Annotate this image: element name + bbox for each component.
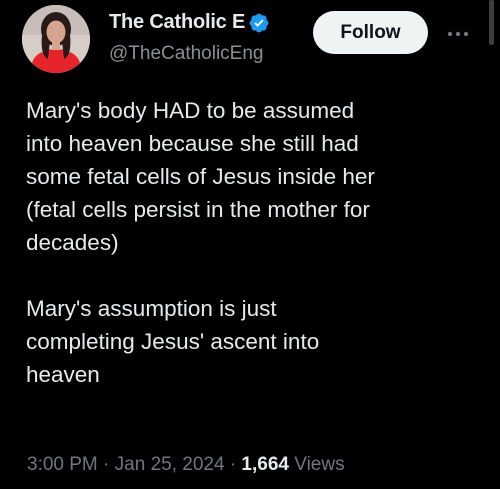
views-label: Views [294,454,345,475]
meta-separator: · [229,454,237,475]
verified-badge-icon [248,12,270,34]
author-handle[interactable]: @TheCatholicEng [109,43,263,65]
tweet-paragraph-2: Mary's assumption is just completing Jes… [26,296,320,387]
scrollbar-thumb[interactable] [489,0,494,45]
follow-button[interactable]: Follow [313,11,428,54]
meta-separator: · [103,454,110,475]
more-horizontal-icon[interactable] [446,26,470,37]
tweet-text: Mary's body HAD to be assumed into heave… [26,94,486,391]
avatar[interactable] [22,5,90,73]
tweet-meta: 3:00 PM · Jan 25, 2024 · 1,664 Views [27,454,345,476]
tweet-time[interactable]: 3:00 PM [27,454,98,475]
tweet-paragraph-1: Mary's body HAD to be assumed into heave… [26,98,375,255]
author-name-row: The Catholic E [109,11,270,34]
avatar-image [22,5,90,73]
views-count: 1,664 [241,454,289,475]
author-display-name[interactable]: The Catholic E [109,11,245,34]
tweet-card: The Catholic E @TheCatholicEng Follow Ma… [0,0,500,489]
tweet-date[interactable]: Jan 25, 2024 [115,454,225,475]
